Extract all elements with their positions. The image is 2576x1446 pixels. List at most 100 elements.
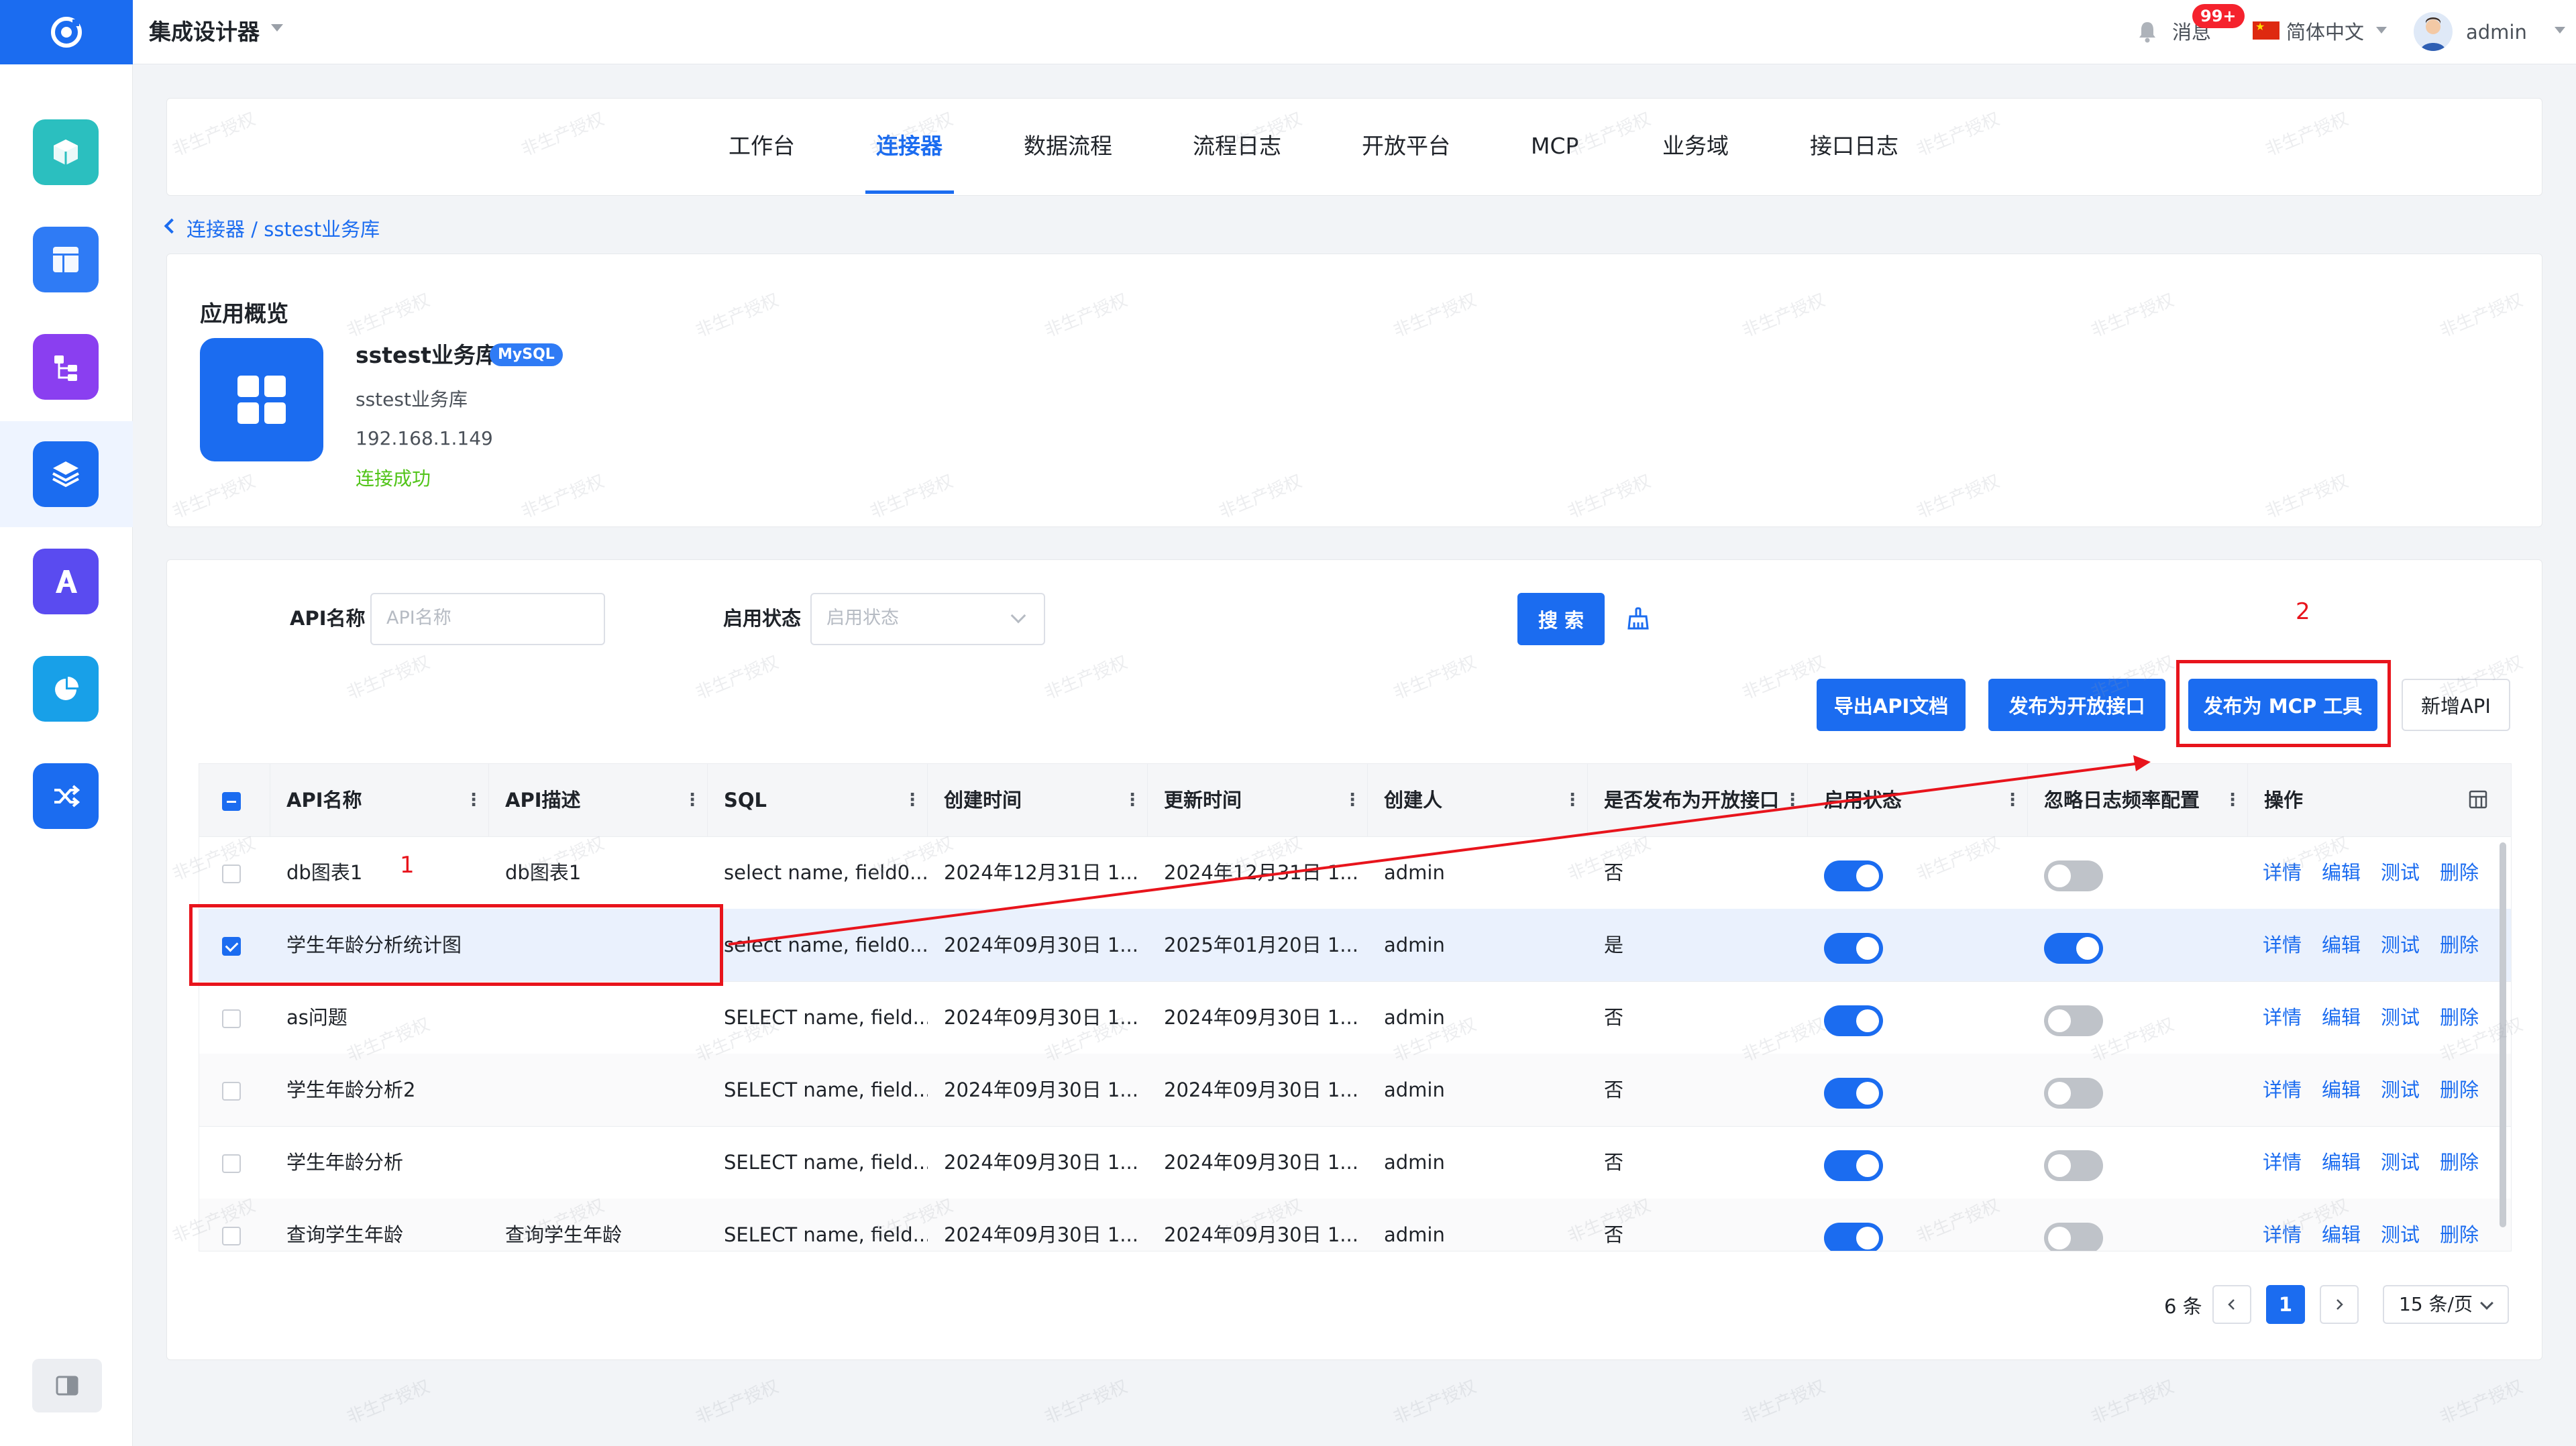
delete-link[interactable]: 删除 — [2440, 909, 2479, 981]
chevron-down-icon[interactable] — [2555, 27, 2565, 34]
column-menu-icon[interactable]: ⋮ — [1124, 791, 1141, 810]
enabled-toggle[interactable] — [1824, 1223, 1883, 1251]
delete-link[interactable]: 删除 — [2440, 836, 2479, 909]
test-link[interactable]: 测试 — [2381, 1054, 2420, 1126]
test-link[interactable]: 测试 — [2381, 909, 2420, 981]
column-settings-icon[interactable] — [2468, 789, 2488, 810]
user-name[interactable]: admin — [2466, 19, 2527, 46]
publish-open-api-button[interactable]: 发布为开放接口 — [1988, 679, 2165, 731]
prev-page-button[interactable] — [2212, 1285, 2251, 1324]
tab-api-log[interactable]: 接口日志 — [1810, 131, 1898, 161]
sidebar-item-chart[interactable] — [33, 656, 99, 722]
enabled-toggle[interactable] — [1824, 860, 1883, 891]
delete-link[interactable]: 删除 — [2440, 1126, 2479, 1199]
edit-link[interactable]: 编辑 — [2322, 1126, 2361, 1199]
ignore-log-toggle[interactable] — [2044, 1005, 2103, 1036]
edit-link[interactable]: 编辑 — [2322, 981, 2361, 1054]
chevron-down-icon[interactable] — [271, 24, 283, 32]
table-row[interactable]: 学生年龄分析2 SELECT name, field... 2024年09月30日 … — [199, 1054, 2511, 1127]
table-row[interactable]: 查询学生年龄 查询学生年龄 SELECT name, field... 2024年09… — [199, 1199, 2511, 1251]
column-menu-icon[interactable]: ⋮ — [684, 791, 701, 810]
sidebar-item-cube[interactable] — [33, 119, 99, 185]
detail-link[interactable]: 详情 — [2263, 909, 2302, 981]
table-scrollbar[interactable] — [2500, 842, 2506, 1227]
column-menu-icon[interactable]: ⋮ — [1344, 791, 1361, 810]
tab-flow-log[interactable]: 流程日志 — [1193, 131, 1281, 161]
detail-link[interactable]: 详情 — [2263, 1126, 2302, 1199]
page-1-button[interactable]: 1 — [2266, 1285, 2305, 1324]
sidebar-item-shuffle[interactable] — [33, 763, 99, 829]
tab-connector[interactable]: 连接器 — [876, 131, 943, 161]
detail-link[interactable]: 详情 — [2263, 981, 2302, 1054]
broom-reset-icon[interactable] — [1626, 606, 1650, 630]
tab-open-platform[interactable]: 开放平台 — [1362, 131, 1450, 161]
detail-link[interactable]: 详情 — [2263, 1199, 2302, 1251]
test-link[interactable]: 测试 — [2381, 1126, 2420, 1199]
app-logo[interactable] — [0, 0, 133, 64]
sidebar-item-ai[interactable] — [33, 549, 99, 614]
ignore-log-toggle[interactable] — [2044, 1078, 2103, 1109]
row-checkbox[interactable] — [222, 1154, 241, 1173]
language-selector[interactable]: 简体中文 — [2286, 19, 2364, 46]
enabled-toggle[interactable] — [1824, 1150, 1883, 1181]
column-menu-icon[interactable]: ⋮ — [2224, 791, 2241, 810]
chevron-left-icon[interactable] — [164, 218, 180, 234]
column-menu-icon[interactable]: ⋮ — [2004, 791, 2021, 810]
api-name-input[interactable]: API名称 — [370, 593, 605, 645]
header-select-all[interactable] — [199, 764, 270, 836]
bell-icon[interactable] — [2137, 20, 2157, 43]
delete-link[interactable]: 删除 — [2440, 1199, 2479, 1251]
tab-workbench[interactable]: 工作台 — [729, 131, 795, 161]
table-row[interactable]: db图表1 db图表1 select name, field0... 2024年12月… — [199, 836, 2511, 909]
avatar[interactable] — [2414, 12, 2453, 51]
export-api-doc-button[interactable]: 导出API文档 — [1817, 679, 1966, 731]
detail-link[interactable]: 详情 — [2263, 836, 2302, 909]
row-checkbox[interactable] — [222, 1009, 241, 1028]
add-api-button[interactable]: 新增API — [2402, 679, 2510, 731]
cell-creator: admin — [1384, 1223, 1445, 1246]
ignore-log-toggle[interactable] — [2044, 933, 2103, 964]
table-row[interactable]: 学生年龄分析 SELECT name, field... 2024年09月30日 1… — [199, 1126, 2511, 1199]
app-title[interactable]: 集成设计器 — [149, 17, 260, 47]
edit-link[interactable]: 编辑 — [2322, 1054, 2361, 1126]
tab-mcp[interactable]: MCP — [1531, 131, 1578, 161]
row-checkbox[interactable] — [222, 1082, 241, 1101]
enabled-toggle[interactable] — [1824, 1005, 1883, 1036]
ignore-log-toggle[interactable] — [2044, 1223, 2103, 1251]
column-menu-icon[interactable]: ⋮ — [465, 791, 482, 810]
edit-link[interactable]: 编辑 — [2322, 909, 2361, 981]
next-page-button[interactable] — [2320, 1285, 2359, 1324]
table-row[interactable]: as问题 SELECT name, field... 2024年09月30日 1..… — [199, 981, 2511, 1054]
delete-link[interactable]: 删除 — [2440, 981, 2479, 1054]
column-menu-icon[interactable]: ⋮ — [1564, 791, 1581, 810]
search-button[interactable]: 搜 索 — [1517, 593, 1605, 645]
sidebar-item-layers[interactable] — [33, 441, 99, 507]
test-link[interactable]: 测试 — [2381, 836, 2420, 909]
chevron-down-icon[interactable] — [2376, 27, 2387, 34]
delete-link[interactable]: 删除 — [2440, 1054, 2479, 1126]
enabled-toggle[interactable] — [1824, 933, 1883, 964]
column-menu-icon[interactable]: ⋮ — [1784, 791, 1801, 810]
module-nav — [166, 98, 2542, 196]
active-tab-indicator — [865, 190, 954, 194]
tab-data-flow[interactable]: 数据流程 — [1024, 131, 1112, 161]
select-all-checkbox[interactable] — [222, 792, 241, 811]
sidebar-item-layout[interactable] — [33, 227, 99, 292]
test-link[interactable]: 测试 — [2381, 981, 2420, 1054]
pie-chart-icon — [55, 677, 78, 700]
sidebar-collapse-button[interactable] — [32, 1359, 102, 1412]
edit-link[interactable]: 编辑 — [2322, 1199, 2361, 1251]
ignore-log-toggle[interactable] — [2044, 1150, 2103, 1181]
sidebar-item-flow[interactable] — [33, 334, 99, 400]
edit-link[interactable]: 编辑 — [2322, 836, 2361, 909]
row-checkbox[interactable] — [222, 865, 241, 883]
tab-business-domain[interactable]: 业务域 — [1662, 131, 1729, 161]
ignore-log-toggle[interactable] — [2044, 860, 2103, 891]
detail-link[interactable]: 详情 — [2263, 1054, 2302, 1126]
enabled-toggle[interactable] — [1824, 1078, 1883, 1109]
row-checkbox[interactable] — [222, 1227, 241, 1245]
status-select[interactable]: 启用状态 — [810, 593, 1045, 645]
column-menu-icon[interactable]: ⋮ — [904, 791, 921, 810]
breadcrumb[interactable]: 连接器 / sstest业务库 — [186, 216, 380, 243]
test-link[interactable]: 测试 — [2381, 1199, 2420, 1251]
